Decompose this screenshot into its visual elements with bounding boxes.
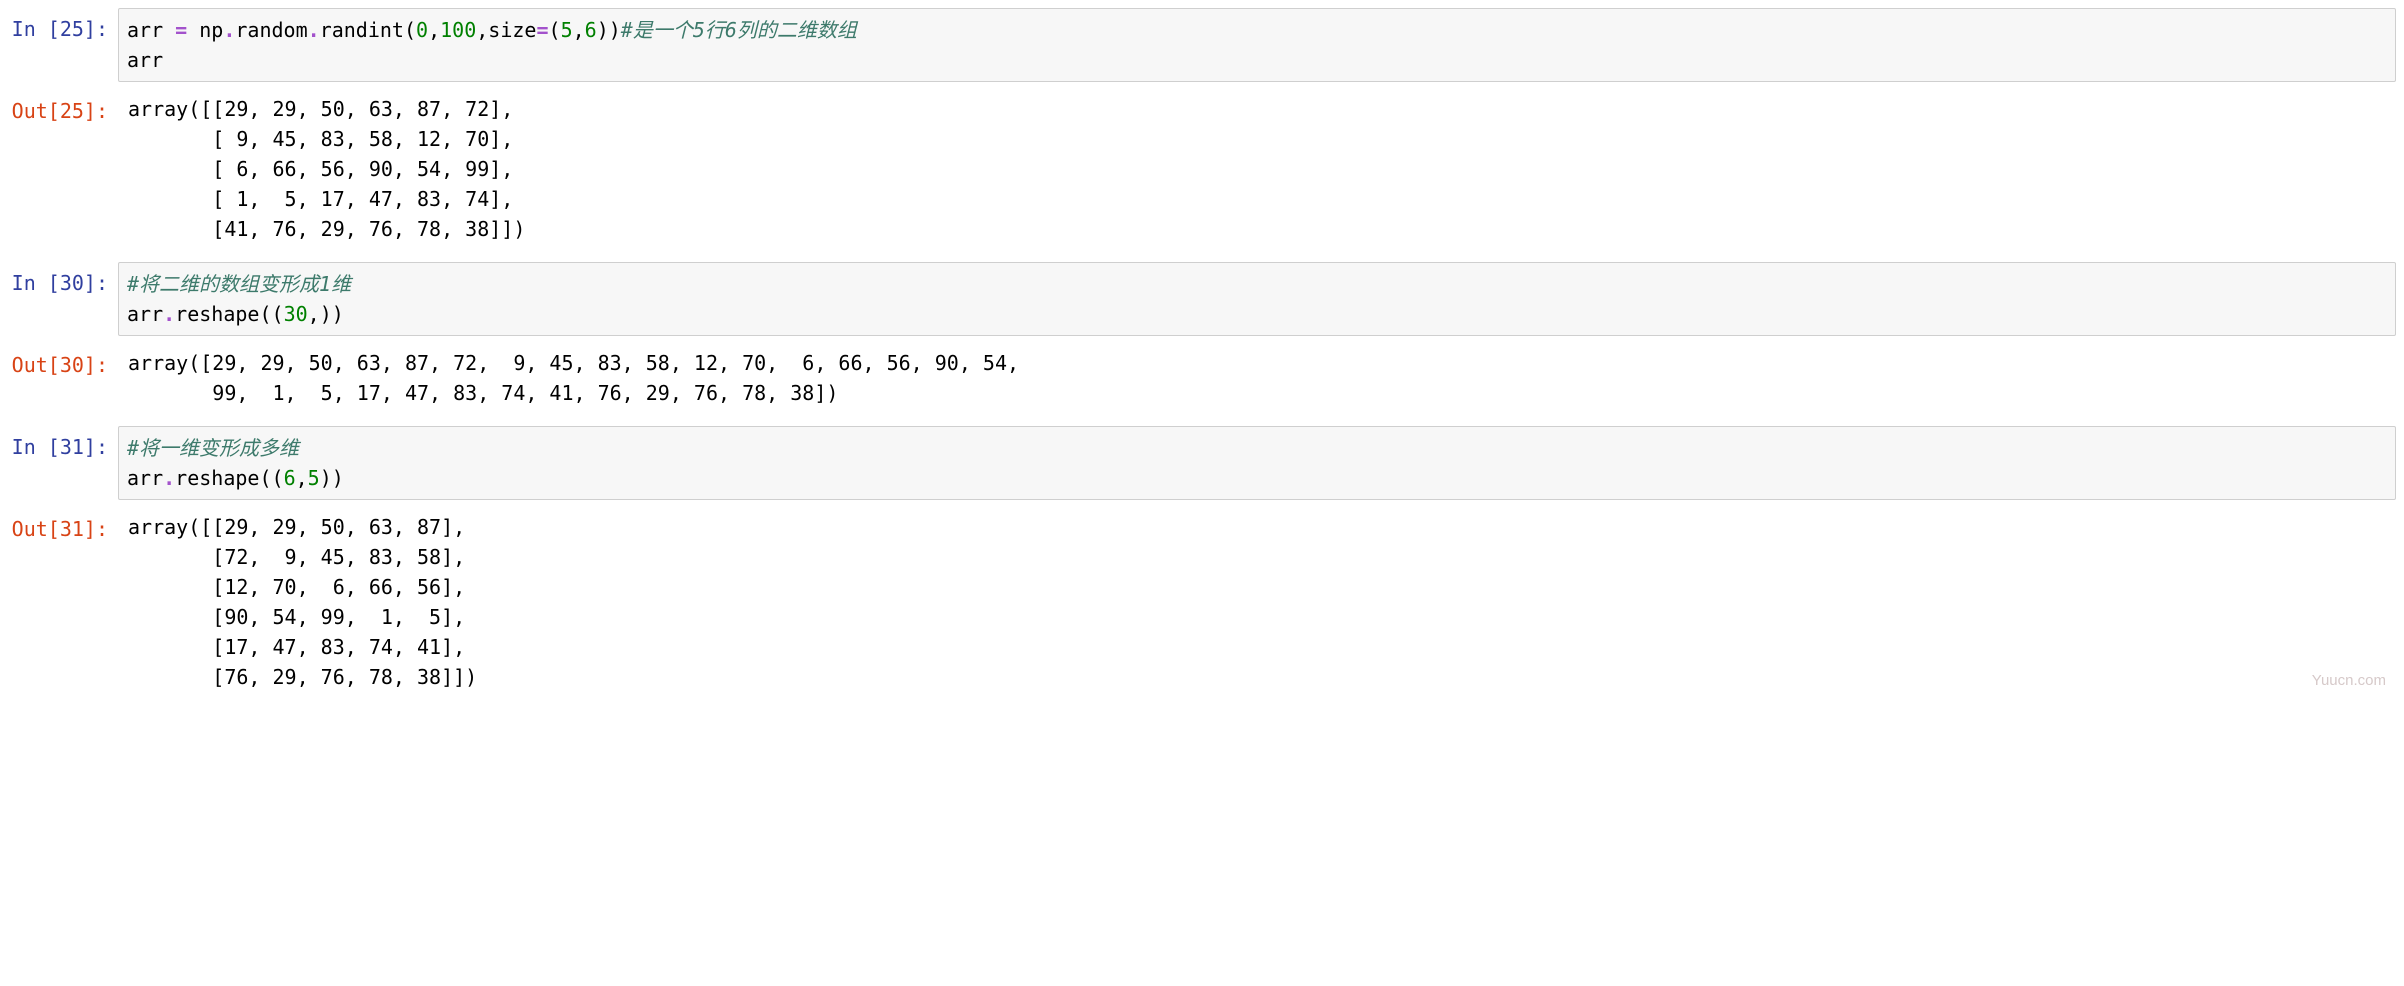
code-cell-30: In [30]: #将二维的数组变形成1维 arr.reshape((30,)) — [8, 262, 2396, 336]
code-line-2: arr — [127, 45, 2387, 75]
output-text: array([[29, 29, 50, 63, 87, 72], [ 9, 45… — [128, 94, 2388, 244]
code-input-area[interactable]: #将一维变形成多维 arr.reshape((6,5)) — [118, 426, 2396, 500]
output-prompt: Out[25]: — [8, 90, 118, 244]
output-text: array([29, 29, 50, 63, 87, 72, 9, 45, 83… — [128, 348, 2388, 408]
code-input-area[interactable]: arr = np.random.randint(0,100,size=(5,6)… — [118, 8, 2396, 82]
output-prompt: Out[30]: — [8, 344, 118, 408]
input-prompt: In [31]: — [8, 426, 118, 500]
watermark-text: Yuucn.com — [2312, 670, 2386, 693]
output-prompt: Out[31]: — [8, 508, 118, 692]
output-area: array([[29, 29, 50, 63, 87], [72, 9, 45,… — [118, 508, 2396, 692]
output-area: array([29, 29, 50, 63, 87, 72, 9, 45, 83… — [118, 344, 2396, 408]
output-text: array([[29, 29, 50, 63, 87], [72, 9, 45,… — [128, 512, 2388, 692]
code-cell-31: In [31]: #将一维变形成多维 arr.reshape((6,5)) — [8, 426, 2396, 500]
code-line-1: arr = np.random.randint(0,100,size=(5,6)… — [127, 15, 2387, 45]
code-cell-25: In [25]: arr = np.random.randint(0,100,s… — [8, 8, 2396, 82]
output-cell-25: Out[25]: array([[29, 29, 50, 63, 87, 72]… — [8, 90, 2396, 244]
code-line-1: #将一维变形成多维 — [127, 433, 2387, 463]
code-line-2: arr.reshape((6,5)) — [127, 463, 2387, 493]
output-cell-30: Out[30]: array([29, 29, 50, 63, 87, 72, … — [8, 344, 2396, 408]
code-input-area[interactable]: #将二维的数组变形成1维 arr.reshape((30,)) — [118, 262, 2396, 336]
input-prompt: In [25]: — [8, 8, 118, 82]
output-area: array([[29, 29, 50, 63, 87, 72], [ 9, 45… — [118, 90, 2396, 244]
input-prompt: In [30]: — [8, 262, 118, 336]
code-line-1: #将二维的数组变形成1维 — [127, 269, 2387, 299]
code-line-2: arr.reshape((30,)) — [127, 299, 2387, 329]
output-cell-31: Out[31]: array([[29, 29, 50, 63, 87], [7… — [8, 508, 2396, 692]
